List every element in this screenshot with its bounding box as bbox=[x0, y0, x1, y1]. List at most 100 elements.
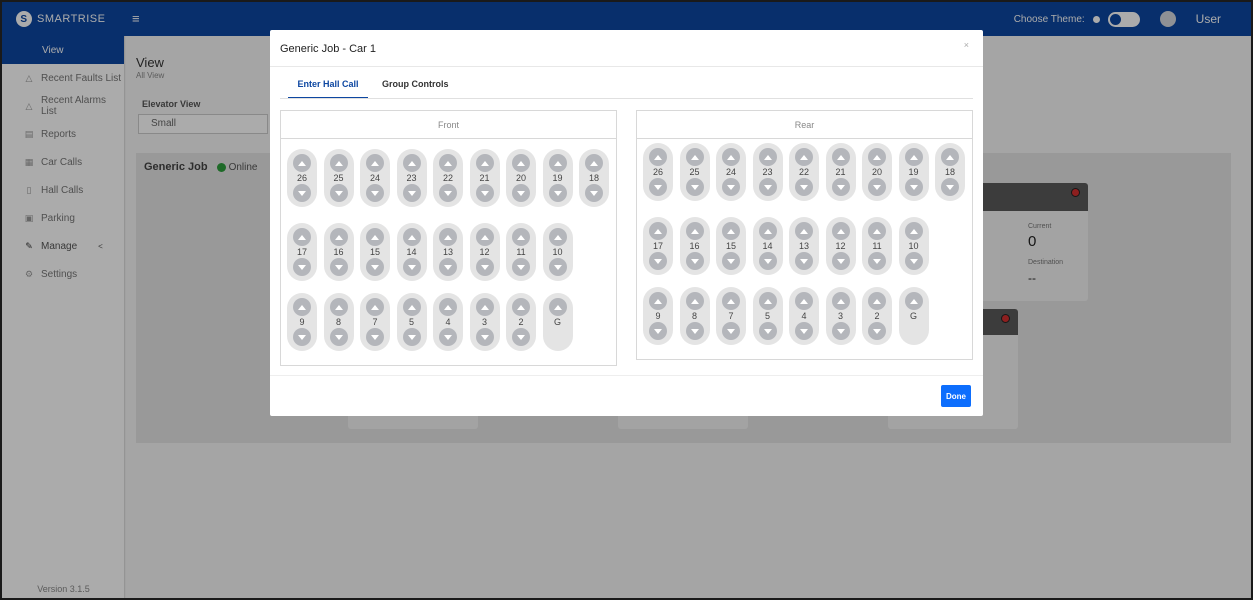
hall-call-down-button[interactable] bbox=[758, 178, 777, 196]
hall-call-up-button[interactable] bbox=[439, 154, 457, 172]
hall-call-down-button[interactable] bbox=[548, 184, 567, 202]
hall-call-down-button[interactable] bbox=[402, 184, 421, 202]
hall-call-up-button[interactable] bbox=[904, 148, 923, 166]
hall-call-down-button[interactable] bbox=[293, 258, 311, 276]
hall-call-up-button[interactable] bbox=[329, 154, 348, 172]
hall-call-down-button[interactable] bbox=[868, 252, 886, 270]
hall-call-down-button[interactable] bbox=[512, 184, 530, 202]
hall-call-up-button[interactable] bbox=[329, 298, 348, 316]
hall-call-up-button[interactable] bbox=[439, 228, 457, 246]
hall-call-up-button[interactable] bbox=[548, 228, 567, 246]
hall-call-down-button[interactable] bbox=[685, 322, 704, 340]
hall-call-down-button[interactable] bbox=[329, 258, 348, 276]
hall-call-up-button[interactable] bbox=[685, 292, 704, 310]
hall-call-up-button[interactable] bbox=[475, 228, 494, 246]
hall-call-down-button[interactable] bbox=[548, 258, 567, 276]
hall-call-up-button[interactable] bbox=[758, 222, 777, 240]
hall-call-down-button[interactable] bbox=[329, 184, 348, 202]
hall-call-up-button[interactable] bbox=[831, 292, 850, 310]
hall-call-down-button[interactable] bbox=[475, 184, 494, 202]
hall-call-up-button[interactable] bbox=[795, 292, 813, 310]
hall-call-up-button[interactable] bbox=[722, 222, 740, 240]
hall-call-down-button[interactable] bbox=[512, 328, 530, 346]
hall-call-down-button[interactable] bbox=[795, 252, 813, 270]
hall-call-up-button[interactable] bbox=[475, 298, 494, 316]
hall-call-up-button[interactable] bbox=[649, 148, 667, 166]
hall-call-down-button[interactable] bbox=[366, 184, 384, 202]
hall-call-up-button[interactable] bbox=[868, 292, 886, 310]
hall-call-up-button[interactable] bbox=[293, 298, 311, 316]
hall-call-up-button[interactable] bbox=[293, 228, 311, 246]
hall-call-down-button[interactable] bbox=[868, 322, 886, 340]
hall-call-down-button[interactable] bbox=[402, 328, 421, 346]
hall-call-up-button[interactable] bbox=[402, 154, 421, 172]
hall-call-up-button[interactable] bbox=[722, 292, 740, 310]
hall-call-down-button[interactable] bbox=[831, 178, 850, 196]
hall-call-up-button[interactable] bbox=[329, 228, 348, 246]
hall-call-down-button[interactable] bbox=[941, 178, 959, 196]
hall-call-up-button[interactable] bbox=[795, 222, 813, 240]
hall-call-down-button[interactable] bbox=[868, 178, 886, 196]
hall-call-down-button[interactable] bbox=[722, 252, 740, 270]
hall-call-up-button[interactable] bbox=[366, 298, 384, 316]
tab-enter-hall-call[interactable]: Enter Hall Call bbox=[288, 77, 368, 99]
hall-call-up-button[interactable] bbox=[722, 148, 740, 166]
hall-call-up-button[interactable] bbox=[585, 154, 603, 172]
hall-call-up-button[interactable] bbox=[685, 148, 704, 166]
hall-call-up-button[interactable] bbox=[649, 222, 667, 240]
hall-call-down-button[interactable] bbox=[439, 184, 457, 202]
hall-call-down-button[interactable] bbox=[512, 258, 530, 276]
hall-call-down-button[interactable] bbox=[366, 328, 384, 346]
hall-call-up-button[interactable] bbox=[831, 148, 850, 166]
hall-call-up-button[interactable] bbox=[366, 228, 384, 246]
hall-call-up-button[interactable] bbox=[831, 222, 850, 240]
hall-call-down-button[interactable] bbox=[795, 322, 813, 340]
hall-call-up-button[interactable] bbox=[685, 222, 704, 240]
hall-call-down-button[interactable] bbox=[831, 252, 850, 270]
hall-call-up-button[interactable] bbox=[402, 298, 421, 316]
hall-call-down-button[interactable] bbox=[649, 322, 667, 340]
hall-call-down-button[interactable] bbox=[366, 258, 384, 276]
hall-call-down-button[interactable] bbox=[904, 252, 923, 270]
hall-call-down-button[interactable] bbox=[293, 328, 311, 346]
hall-call-up-button[interactable] bbox=[475, 154, 494, 172]
hall-call-down-button[interactable] bbox=[758, 322, 777, 340]
hall-call-down-button[interactable] bbox=[439, 258, 457, 276]
hall-call-up-button[interactable] bbox=[758, 292, 777, 310]
hall-call-down-button[interactable] bbox=[475, 258, 494, 276]
hall-call-up-button[interactable] bbox=[904, 222, 923, 240]
hall-call-down-button[interactable] bbox=[293, 184, 311, 202]
hall-call-up-button[interactable] bbox=[868, 222, 886, 240]
hall-call-up-button[interactable] bbox=[293, 154, 311, 172]
hall-call-down-button[interactable] bbox=[585, 184, 603, 202]
hall-call-up-button[interactable] bbox=[758, 148, 777, 166]
hall-call-up-button[interactable] bbox=[512, 298, 530, 316]
hall-call-down-button[interactable] bbox=[758, 252, 777, 270]
hall-call-down-button[interactable] bbox=[795, 178, 813, 196]
hall-call-down-button[interactable] bbox=[649, 252, 667, 270]
hall-call-up-button[interactable] bbox=[512, 154, 530, 172]
hall-call-down-button[interactable] bbox=[685, 178, 704, 196]
hall-call-up-button[interactable] bbox=[366, 154, 384, 172]
hall-call-up-button[interactable] bbox=[402, 228, 421, 246]
hall-call-up-button[interactable] bbox=[904, 292, 923, 310]
hall-call-up-button[interactable] bbox=[941, 148, 959, 166]
hall-call-down-button[interactable] bbox=[402, 258, 421, 276]
hall-call-up-button[interactable] bbox=[795, 148, 813, 166]
hall-call-up-button[interactable] bbox=[868, 148, 886, 166]
hall-call-down-button[interactable] bbox=[831, 322, 850, 340]
hall-call-up-button[interactable] bbox=[512, 228, 530, 246]
hall-call-up-button[interactable] bbox=[548, 154, 567, 172]
done-button[interactable]: Done bbox=[941, 385, 971, 407]
hall-call-down-button[interactable] bbox=[439, 328, 457, 346]
tab-group-controls[interactable]: Group Controls bbox=[382, 77, 449, 97]
hall-call-up-button[interactable] bbox=[649, 292, 667, 310]
hall-call-up-button[interactable] bbox=[548, 298, 567, 316]
hall-call-down-button[interactable] bbox=[722, 178, 740, 196]
hall-call-down-button[interactable] bbox=[904, 178, 923, 196]
hall-call-down-button[interactable] bbox=[685, 252, 704, 270]
hall-call-down-button[interactable] bbox=[722, 322, 740, 340]
close-icon[interactable]: × bbox=[964, 40, 969, 50]
hall-call-down-button[interactable] bbox=[649, 178, 667, 196]
hall-call-down-button[interactable] bbox=[329, 328, 348, 346]
